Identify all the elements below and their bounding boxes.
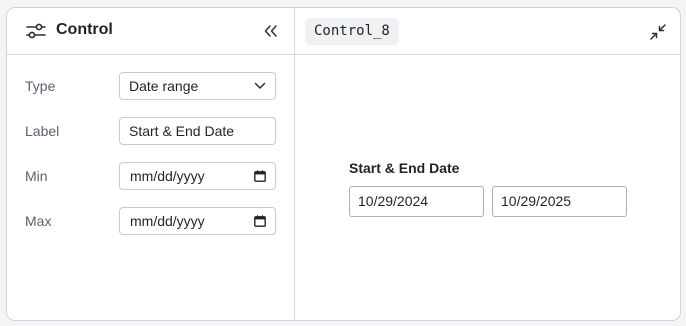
control-editor-window: Control Control_8 Type Date range Label …: [6, 7, 681, 321]
start-date-input[interactable]: 10/29/2024: [349, 186, 484, 217]
chevron-down-icon: [254, 82, 266, 89]
max-date-placeholder: mm/dd/yyyy: [130, 213, 205, 229]
max-date-input[interactable]: mm/dd/yyyy: [119, 207, 276, 235]
control-panel-header: Control: [7, 8, 294, 54]
panel-title: Control: [56, 21, 113, 38]
calendar-icon[interactable]: [254, 215, 266, 227]
control-id-tag: Control_8: [305, 18, 399, 45]
collapse-panel-button[interactable]: [262, 22, 280, 40]
max-label: Max: [25, 213, 52, 229]
min-label: Min: [25, 168, 48, 184]
min-date-placeholder: mm/dd/yyyy: [130, 168, 205, 184]
minimize-button[interactable]: [648, 22, 668, 42]
min-date-input[interactable]: mm/dd/yyyy: [119, 162, 276, 190]
preview-control-label: Start & End Date: [349, 160, 460, 176]
type-select-value: Date range: [129, 78, 199, 94]
type-select[interactable]: Date range: [119, 72, 276, 100]
minimize-icon: [650, 24, 666, 40]
type-label: Type: [25, 78, 56, 94]
calendar-icon[interactable]: [254, 170, 266, 182]
label-label: Label: [25, 123, 60, 139]
end-date-input[interactable]: 10/29/2025: [492, 186, 627, 217]
label-input[interactable]: Start & End Date: [119, 117, 276, 145]
chevrons-left-icon: [264, 25, 277, 37]
sliders-icon: [26, 23, 46, 39]
header-divider: [7, 54, 680, 55]
